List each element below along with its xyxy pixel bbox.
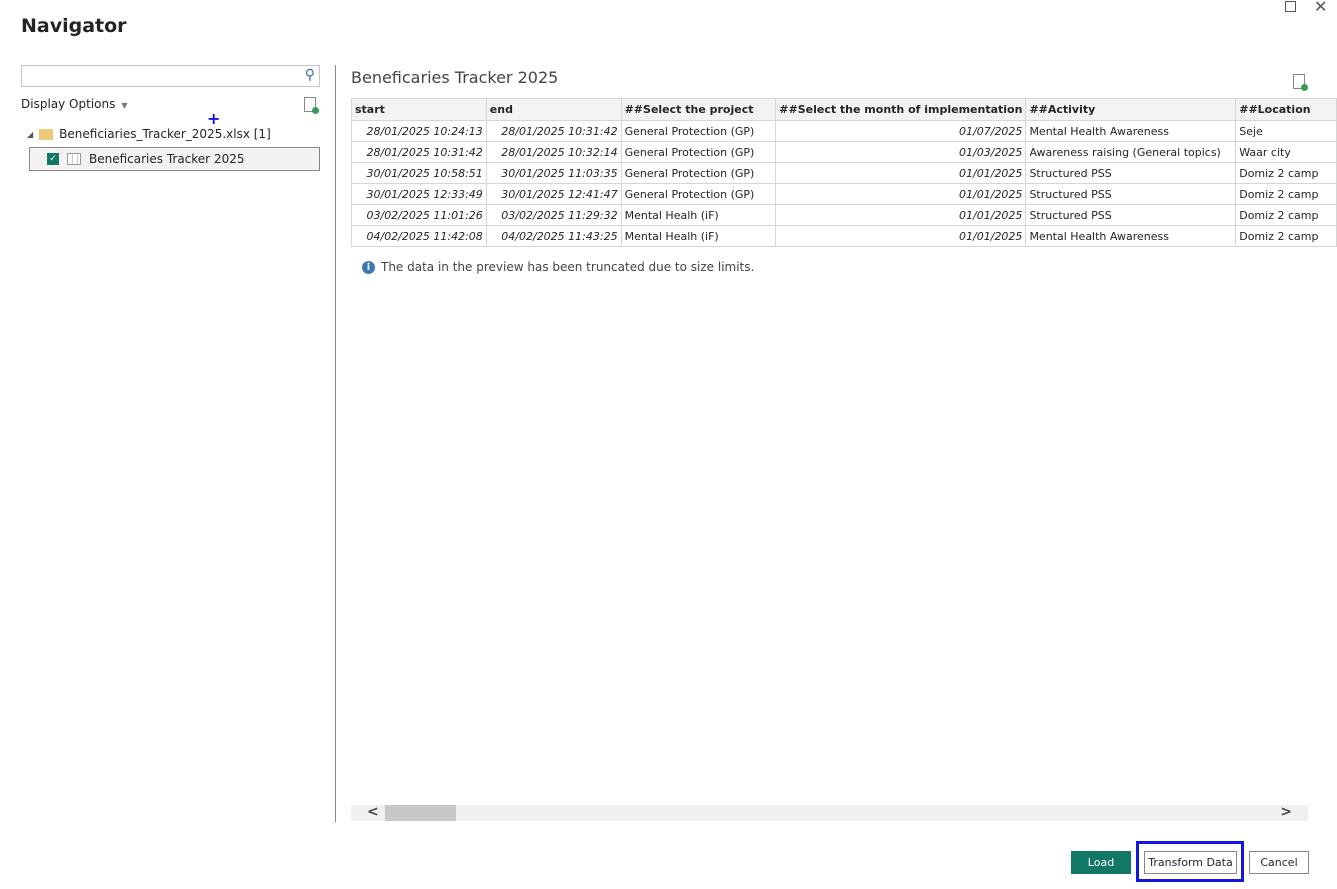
table-cell: 01/07/2025 bbox=[775, 120, 1027, 142]
column-header[interactable]: ##Activity bbox=[1025, 98, 1237, 121]
transform-data-button[interactable]: Transform Data bbox=[1144, 851, 1237, 874]
table-row: 04/02/2025 11:42:08 04/02/2025 11:43:25 Me… bbox=[351, 225, 1337, 247]
checkbox-checked-icon[interactable]: ✓ bbox=[47, 153, 59, 165]
table-cell: 30/01/2025 12:41:47 bbox=[485, 183, 622, 205]
table-cell: Structured PSS bbox=[1025, 204, 1237, 226]
horizontal-scrollbar[interactable]: < > bbox=[351, 804, 1308, 821]
table-cell: 01/01/2025 bbox=[775, 183, 1027, 205]
dialog-title: Navigator bbox=[21, 15, 127, 37]
refresh-preview-icon[interactable] bbox=[1293, 74, 1308, 91]
table-cell: 03/02/2025 11:29:32 bbox=[485, 204, 622, 226]
table-row: 30/01/2025 10:58:51 30/01/2025 11:03:35 Ge… bbox=[351, 162, 1337, 184]
column-header[interactable]: ##Select the project bbox=[620, 98, 777, 121]
table-cell: General Protection (GP) bbox=[620, 120, 777, 142]
column-header[interactable]: start bbox=[351, 98, 487, 121]
table-cell: 01/01/2025 bbox=[775, 162, 1027, 184]
tree-item-file[interactable]: ◢ Beneficiaries_Tracker_2025.xlsx [1] bbox=[27, 127, 271, 141]
table-cell: Waar city bbox=[1235, 141, 1337, 163]
table-cell: 01/01/2025 bbox=[775, 204, 1027, 226]
refresh-icon[interactable] bbox=[304, 97, 319, 114]
search-input[interactable]: ⚲ bbox=[21, 65, 320, 87]
load-button[interactable]: Load bbox=[1071, 851, 1131, 874]
cancel-button[interactable]: Cancel bbox=[1249, 851, 1309, 874]
table-cell: 01/01/2025 bbox=[775, 225, 1027, 247]
table-cell: Mental Healh (iF) bbox=[620, 225, 777, 247]
scroll-right-icon[interactable]: > bbox=[1280, 804, 1292, 820]
table-cell: Domiz 2 camp bbox=[1235, 183, 1337, 205]
preview-table: start end ##Select the project ##Select … bbox=[351, 98, 1337, 247]
table-cell: Structured PSS bbox=[1025, 162, 1237, 184]
chevron-down-icon: ▼ bbox=[121, 101, 128, 110]
pane-divider[interactable] bbox=[335, 65, 336, 822]
maximize-button[interactable] bbox=[1285, 1, 1296, 12]
table-row: 03/02/2025 11:01:26 03/02/2025 11:29:32 Me… bbox=[351, 204, 1337, 226]
table-cell: Mental Healh (iF) bbox=[620, 204, 777, 226]
table-cell: 28/01/2025 10:24:13 bbox=[351, 120, 487, 142]
table-cell: 30/01/2025 11:03:35 bbox=[485, 162, 622, 184]
sheet-name: Beneficaries Tracker 2025 bbox=[89, 152, 245, 166]
table-cell: 01/03/2025 bbox=[775, 141, 1027, 163]
column-header[interactable]: ##Select the month of implementation bbox=[775, 98, 1027, 121]
table-row: 28/01/2025 10:24:13 28/01/2025 10:31:42 Ge… bbox=[351, 120, 1337, 142]
table-cell: 30/01/2025 10:58:51 bbox=[351, 162, 487, 184]
cursor-crosshair-icon: + bbox=[207, 109, 221, 128]
preview-title: Beneficaries Tracker 2025 bbox=[351, 68, 559, 87]
table-cell: Awareness raising (General topics) bbox=[1025, 141, 1237, 163]
table-cell: General Protection (GP) bbox=[620, 162, 777, 184]
table-cell: 28/01/2025 10:32:14 bbox=[485, 141, 622, 163]
table-cell: Domiz 2 camp bbox=[1235, 162, 1337, 184]
table-cell: 04/02/2025 11:43:25 bbox=[485, 225, 622, 247]
table-cell: General Protection (GP) bbox=[620, 141, 777, 163]
expand-triangle-icon[interactable]: ◢ bbox=[27, 130, 33, 139]
notice-text: The data in the preview has been truncat… bbox=[381, 260, 755, 274]
table-icon bbox=[67, 153, 81, 165]
table-header-row: start end ##Select the project ##Select … bbox=[351, 98, 1337, 121]
info-icon: i bbox=[362, 260, 375, 274]
scrollbar-thumb[interactable] bbox=[385, 805, 456, 821]
display-options-label: Display Options bbox=[21, 97, 116, 111]
table-cell: 30/01/2025 12:33:49 bbox=[351, 183, 487, 205]
truncation-notice: i The data in the preview has been trunc… bbox=[362, 260, 754, 274]
table-cell: Mental Health Awareness bbox=[1025, 225, 1237, 247]
table-cell: 03/02/2025 11:01:26 bbox=[351, 204, 487, 226]
table-cell: Seje bbox=[1235, 120, 1337, 142]
table-cell: 28/01/2025 10:31:42 bbox=[485, 120, 622, 142]
tree-item-sheet[interactable]: ✓ Beneficaries Tracker 2025 bbox=[29, 147, 320, 171]
table-cell: 28/01/2025 10:31:42 bbox=[351, 141, 487, 163]
table-row: 30/01/2025 12:33:49 30/01/2025 12:41:47 Ge… bbox=[351, 183, 1337, 205]
file-name: Beneficiaries_Tracker_2025.xlsx [1] bbox=[59, 127, 271, 141]
table-row: 28/01/2025 10:31:42 28/01/2025 10:32:14 Ge… bbox=[351, 141, 1337, 163]
column-header[interactable]: end bbox=[485, 98, 622, 121]
column-header[interactable]: ##Location bbox=[1235, 98, 1337, 121]
close-button[interactable]: ✕ bbox=[1314, 0, 1327, 16]
table-cell: Mental Health Awareness bbox=[1025, 120, 1237, 142]
scroll-left-icon[interactable]: < bbox=[367, 804, 379, 820]
folder-icon bbox=[39, 128, 54, 140]
table-cell: Domiz 2 camp bbox=[1235, 225, 1337, 247]
table-cell: Structured PSS bbox=[1025, 183, 1237, 205]
table-cell: General Protection (GP) bbox=[620, 183, 777, 205]
search-icon[interactable]: ⚲ bbox=[305, 67, 315, 83]
table-cell: Domiz 2 camp bbox=[1235, 204, 1337, 226]
table-cell: 04/02/2025 11:42:08 bbox=[351, 225, 487, 247]
display-options-dropdown[interactable]: Display Options ▼ bbox=[21, 97, 128, 111]
